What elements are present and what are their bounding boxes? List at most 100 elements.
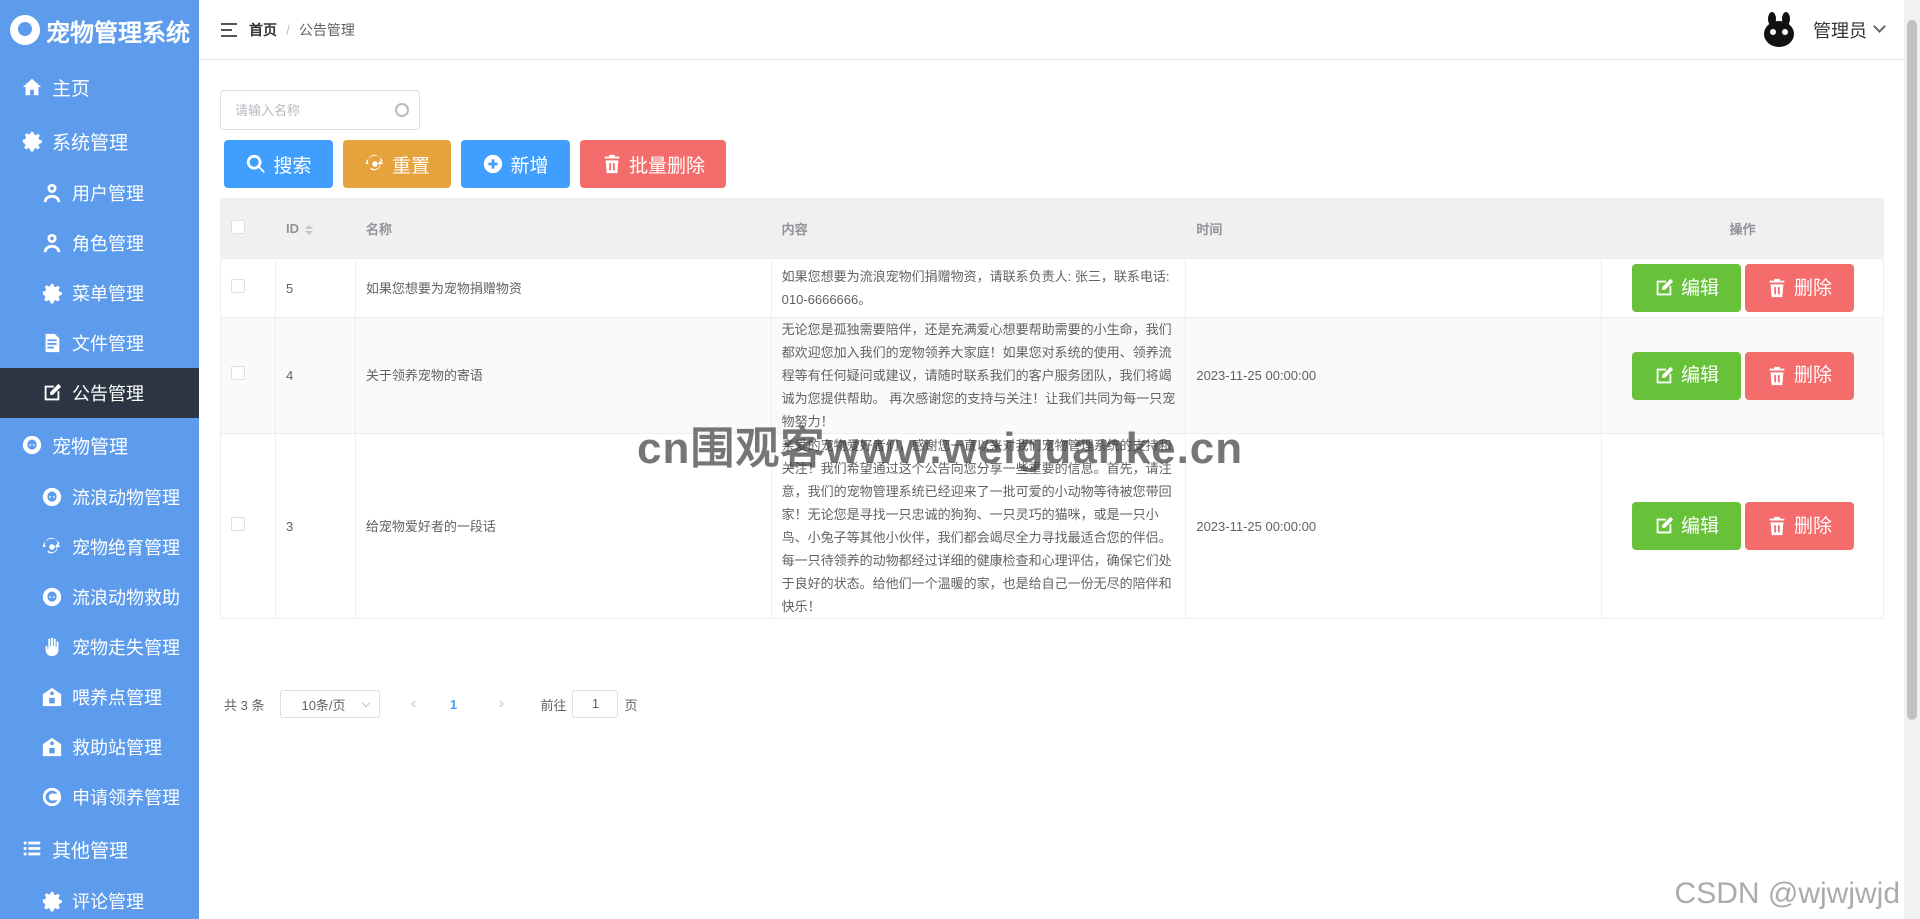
page-jumper: 前往 1 页 xyxy=(540,690,638,718)
search-icon[interactable] xyxy=(395,103,409,117)
delete-button-label: 删除 xyxy=(1794,277,1833,299)
sidebar-item-14[interactable]: 申请领养管理 xyxy=(0,772,199,822)
page-scrollbar[interactable] xyxy=(1904,0,1920,919)
pet-logo-icon xyxy=(10,15,40,45)
app-logo: 宠物管理系统 xyxy=(0,0,199,60)
add-button[interactable]: 新增 xyxy=(461,140,570,188)
chevron-down-icon xyxy=(1873,20,1886,33)
sidebar-item-6[interactable]: 公告管理 xyxy=(0,368,199,418)
pet-icon xyxy=(40,585,64,609)
sidebar-item-11[interactable]: 宠物走失管理 xyxy=(0,622,199,672)
add-button-label: 新增 xyxy=(510,155,549,177)
app-title: 宠物管理系统 xyxy=(46,19,190,47)
sidebar-item-label: 宠物走失管理 xyxy=(72,638,180,658)
edit-icon xyxy=(1653,365,1681,387)
sidebar-item-0[interactable]: 主页 xyxy=(0,60,199,114)
edit-button[interactable]: 编辑 xyxy=(1631,502,1741,550)
edit-icon xyxy=(1653,277,1681,299)
sidebar-item-label: 宠物绝育管理 xyxy=(72,538,180,558)
sidebar-item-13[interactable]: 救助站管理 xyxy=(0,722,199,772)
breadcrumb-separator: / xyxy=(286,21,290,38)
delete-button[interactable]: 删除 xyxy=(1744,502,1854,550)
edit-button-label: 编辑 xyxy=(1681,515,1720,537)
search-button[interactable]: 搜索 xyxy=(224,140,333,188)
cell-time xyxy=(1185,258,1603,318)
user-dropdown[interactable]: 管理员 xyxy=(1759,10,1886,50)
sidebar-item-label: 角色管理 xyxy=(72,234,144,254)
batch-delete-button[interactable]: 批量删除 xyxy=(580,140,726,188)
page-number[interactable]: 1 xyxy=(438,697,468,712)
cell-content: 如果您想要为流浪宠物们捐赠物资，请联系负责人: 张三，联系电话: 010-666… xyxy=(770,258,1187,318)
table-row: 5 如果您想要为宠物捐赠物资 如果您想要为流浪宠物们捐赠物资，请联系负责人: 张三，… xyxy=(220,258,1884,318)
row-checkbox[interactable] xyxy=(231,278,245,293)
sidebar-item-label: 系统管理 xyxy=(52,132,129,154)
cell-time: 2023-11-25 00:00:00 xyxy=(1185,433,1603,619)
goto-prefix: 前往 xyxy=(540,697,567,713)
top-header: 首页 / 公告管理 管理员 xyxy=(199,0,1904,60)
column-header-time: 时间 xyxy=(1185,198,1603,259)
sort-icon[interactable] xyxy=(304,224,313,235)
sidebar-item-label: 其他管理 xyxy=(52,840,129,862)
sidebar-item-10[interactable]: 流浪动物救助 xyxy=(0,572,199,622)
delete-button-label: 删除 xyxy=(1794,515,1833,537)
gear-icon xyxy=(20,129,44,153)
home-icon xyxy=(20,75,44,99)
table-header-row: ID 名称 内容 时间 操作 xyxy=(220,198,1884,259)
search-icon xyxy=(245,153,267,175)
sidebar-item-label: 菜单管理 xyxy=(72,284,144,304)
refresh-icon xyxy=(40,535,64,559)
sidebar-item-5[interactable]: 文件管理 xyxy=(0,318,199,368)
row-select-cell xyxy=(220,258,276,318)
delete-button[interactable]: 删除 xyxy=(1744,351,1854,400)
menu-fold-icon[interactable] xyxy=(221,22,237,37)
edit-button[interactable]: 编辑 xyxy=(1631,351,1741,400)
reset-button-label: 重置 xyxy=(391,155,430,177)
sidebar-item-label: 用户管理 xyxy=(72,184,144,204)
sidebar-item-3[interactable]: 角色管理 xyxy=(0,218,199,268)
row-checkbox[interactable] xyxy=(231,366,245,380)
cell-name: 如果您想要为宠物捐赠物资 xyxy=(354,258,772,318)
column-header-id[interactable]: ID xyxy=(274,198,356,259)
user-icon xyxy=(40,231,64,255)
house-icon xyxy=(40,685,64,709)
search-field xyxy=(220,90,420,130)
sidebar-item-label: 评论管理 xyxy=(72,892,144,912)
search-input[interactable] xyxy=(221,92,391,128)
goto-suffix: 页 xyxy=(624,697,638,713)
reset-button[interactable]: 重置 xyxy=(343,140,451,188)
pet-icon xyxy=(40,485,64,509)
sidebar-item-15[interactable]: 其他管理 xyxy=(0,822,199,876)
goto-input[interactable]: 1 xyxy=(572,690,619,718)
sidebar-item-12[interactable]: 喂养点管理 xyxy=(0,672,199,722)
row-select-cell xyxy=(220,317,276,434)
delete-button-label: 删除 xyxy=(1794,365,1833,386)
sidebar-item-16[interactable]: 评论管理 xyxy=(0,876,199,919)
prev-page-icon[interactable]: ‹ xyxy=(398,695,428,713)
sidebar-item-label: 文件管理 xyxy=(72,334,144,354)
sidebar-item-2[interactable]: 用户管理 xyxy=(0,168,199,218)
edit-icon xyxy=(40,381,64,405)
breadcrumb-home[interactable]: 首页 xyxy=(249,20,277,40)
trash-icon xyxy=(601,153,623,175)
edit-button[interactable]: 编辑 xyxy=(1631,264,1741,312)
sidebar-item-label: 申请领养管理 xyxy=(72,788,180,808)
select-all-cell xyxy=(220,198,276,259)
sidebar-item-8[interactable]: 流浪动物管理 xyxy=(0,472,199,522)
row-select-cell xyxy=(220,433,276,619)
sidebar-item-4[interactable]: 菜单管理 xyxy=(0,268,199,318)
edit-icon xyxy=(1653,515,1681,537)
sidebar-item-1[interactable]: 系统管理 xyxy=(0,114,199,168)
sidebar-item-label: 喂养点管理 xyxy=(72,688,162,708)
page-size-select[interactable]: 10条/页 xyxy=(280,690,381,718)
pet-icon xyxy=(20,433,44,457)
watermark: cn围观客www.weiguanke.cn xyxy=(637,424,1244,473)
next-page-icon[interactable]: › xyxy=(486,695,516,713)
user-icon xyxy=(40,181,64,205)
apply-icon xyxy=(40,785,64,809)
sidebar-item-9[interactable]: 宠物绝育管理 xyxy=(0,522,199,572)
select-all-checkbox[interactable] xyxy=(231,220,245,234)
sidebar-item-7[interactable]: 宠物管理 xyxy=(0,418,199,472)
cell-time: 2023-11-25 00:00:00 xyxy=(1185,317,1603,434)
delete-button[interactable]: 删除 xyxy=(1744,264,1854,312)
row-checkbox[interactable] xyxy=(231,516,245,531)
